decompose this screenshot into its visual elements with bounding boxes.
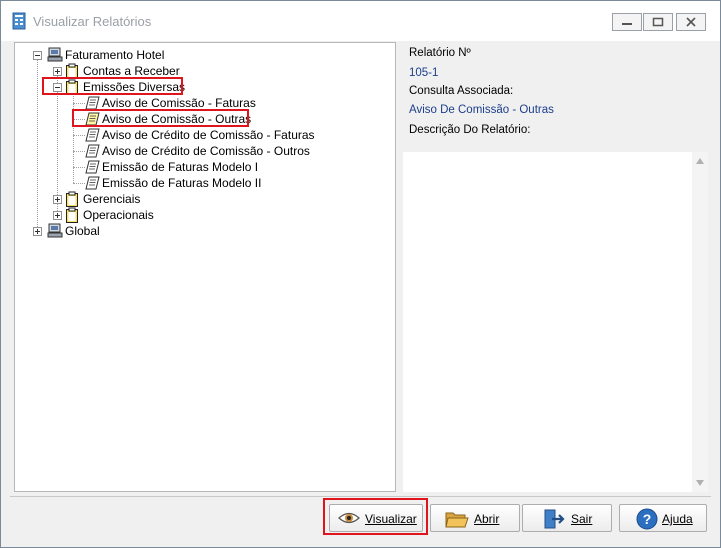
report-document-icon	[85, 176, 100, 190]
tree-node-label: Gerenciais	[83, 192, 141, 206]
report-info-panel: Relatório Nº 105-1 Consulta Associada: A…	[402, 42, 708, 492]
tree-leaf-report[interactable]: Aviso de Crédito de Comissão - Outros	[85, 143, 325, 159]
abrir-button[interactable]: Abrir	[430, 504, 520, 532]
expand-icon[interactable]	[53, 195, 62, 204]
tree-node-global[interactable]: Global	[29, 223, 229, 239]
sair-label: Sair	[571, 512, 593, 526]
report-document-icon	[85, 128, 100, 142]
computer-icon	[47, 223, 63, 238]
description-textbox[interactable]	[403, 152, 708, 492]
clipboard-icon	[66, 191, 78, 207]
tree-line	[73, 167, 85, 168]
tree-leaf-report[interactable]: Aviso de Crédito de Comissão - Faturas	[85, 127, 325, 143]
report-window: Visualizar Relatórios Faturamento Hotel …	[0, 0, 721, 548]
tree-leaf-report[interactable]: Emissão de Faturas Modelo I	[85, 159, 305, 175]
tree-leaf-label: Emissão de Faturas Modelo II	[102, 176, 262, 190]
highlight-box	[323, 498, 428, 535]
close-button[interactable]	[676, 13, 706, 31]
report-number-value: 105-1	[409, 67, 439, 79]
tree-node-faturamento-hotel[interactable]: Faturamento Hotel	[29, 47, 229, 63]
report-document-icon	[85, 96, 100, 110]
expand-icon[interactable]	[53, 211, 62, 220]
tree-leaf-label: Aviso de Comissão - Faturas	[102, 96, 256, 110]
description-label: Descrição Do Relatório:	[409, 124, 531, 136]
scroll-down-icon[interactable]	[696, 480, 704, 486]
tree-leaf-label: Aviso de Crédito de Comissão - Faturas	[102, 128, 315, 142]
associated-query-label: Consulta Associada:	[409, 85, 514, 97]
expand-icon[interactable]	[33, 227, 42, 236]
tree-line	[73, 183, 85, 184]
maximize-button[interactable]	[643, 13, 673, 31]
exit-door-icon	[544, 509, 565, 529]
tree-leaf-report[interactable]: Emissão de Faturas Modelo II	[85, 175, 305, 191]
computer-icon	[47, 47, 63, 62]
highlight-box	[42, 77, 183, 95]
title-bar: Visualizar Relatórios	[1, 1, 720, 41]
report-tree[interactable]: Faturamento Hotel Contas a Receber Emiss…	[14, 42, 396, 492]
tree-line	[73, 93, 74, 183]
tree-node-operacionais[interactable]: Operacionais	[29, 207, 229, 223]
tree-node-label: Contas a Receber	[83, 64, 180, 78]
highlight-box	[72, 109, 249, 127]
tree-line	[73, 103, 85, 104]
ajuda-button[interactable]: ? Ajuda	[619, 504, 707, 532]
description-scrollbar[interactable]	[692, 152, 708, 492]
ajuda-label: Ajuda	[662, 512, 693, 526]
scroll-up-icon[interactable]	[696, 158, 704, 164]
folder-icon	[445, 512, 469, 528]
close-icon	[686, 17, 696, 27]
report-app-icon	[12, 12, 26, 30]
report-document-icon	[85, 160, 100, 174]
svg-text:?: ?	[643, 511, 652, 527]
tree-leaf-label: Aviso de Crédito de Comissão - Outros	[102, 144, 310, 158]
maximize-icon	[652, 17, 664, 27]
tree-line	[73, 135, 85, 136]
clipboard-icon	[66, 207, 78, 223]
report-document-icon	[85, 144, 100, 158]
sair-button[interactable]: Sair	[522, 504, 612, 532]
tree-node-label: Operacionais	[83, 208, 154, 222]
help-icon: ?	[636, 508, 658, 530]
report-number-label: Relatório Nº	[409, 47, 471, 59]
collapse-icon[interactable]	[33, 51, 42, 60]
tree-node-gerenciais[interactable]: Gerenciais	[29, 191, 229, 207]
tree-line	[73, 151, 85, 152]
divider	[10, 496, 711, 497]
expand-icon[interactable]	[53, 67, 62, 76]
minimize-button[interactable]	[612, 13, 642, 31]
tree-leaf-label: Emissão de Faturas Modelo I	[102, 160, 259, 174]
abrir-label: Abrir	[474, 512, 500, 526]
associated-query-value: Aviso De Comissão - Outras	[409, 104, 554, 116]
minimize-icon	[622, 23, 632, 25]
window-title: Visualizar Relatórios	[33, 14, 152, 29]
tree-node-label: Faturamento Hotel	[65, 48, 165, 62]
tree-node-label: Global	[65, 224, 100, 238]
